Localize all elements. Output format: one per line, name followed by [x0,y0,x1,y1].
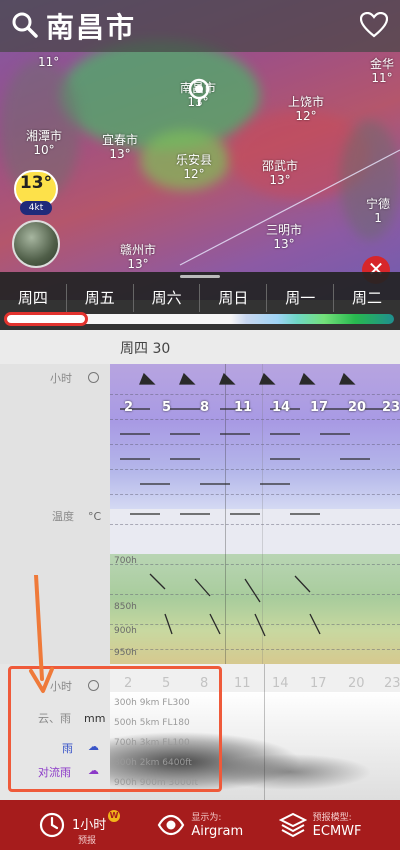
city-label: 宁德 1 [366,197,391,225]
clock-icon [88,372,99,383]
city-label: 11° [38,55,60,69]
hour-tick: 5 [162,400,172,415]
day-tabs: 周四 周五 周六 周日 周一 周二 [0,284,400,312]
location-title[interactable]: 南昌市 [46,6,136,46]
hour-tick: 20 [348,676,365,691]
hour-tick: 14 [272,676,289,691]
city-label: 乐安县 12° [176,153,213,181]
bubble-wind: 4kt [20,201,52,215]
model-caption: 预报模型: [312,813,352,823]
city-label: 邵武市 13° [262,159,299,187]
airgram-date: 周四 30 [120,341,171,357]
airgram-chart[interactable]: 2 5 8 11 14 17 20 23 700h 850h 900h 950h [110,364,400,664]
hour-tick: 8 [200,400,210,415]
clock-icon [39,812,65,838]
day-tab[interactable]: 周六 [134,284,201,312]
interval-button[interactable]: 1小时 W 预报 [0,800,133,850]
display-mode-button[interactable]: 显示为: Airgram [133,800,266,850]
eye-icon [158,814,185,836]
pressure-label: 700h [114,556,137,566]
hour-tick: 23 [384,676,400,691]
favorite-heart-icon[interactable] [360,12,388,38]
day-tab[interactable]: 周一 [267,284,335,312]
pressure-label: 850h [114,602,137,612]
app-root: 11° 南昌市 13° 上饶市12° 金华11° 湘潭市10° 宜春市13° 乐安… [0,0,400,850]
hour-tick: 20 [348,400,367,415]
bottom-toolbar: 1小时 W 预报 显示为: Airgram 预报模型: ECMWF [0,800,400,850]
forecast-model-button[interactable]: 预报模型: ECMWF [267,800,400,850]
city-label: 赣州市 13° [120,243,157,271]
hour-tick: 11 [234,676,251,691]
time-cursor-line [264,664,265,800]
layers-icon [278,812,307,838]
timeline-slider[interactable] [4,312,88,326]
search-bar[interactable]: 南昌市 [0,0,400,52]
temperature-unit: °C [88,510,102,523]
city-label: 三明市 13° [266,223,303,251]
city-label: 金华 11° [370,57,395,85]
city-label: 湘潭市 10° [26,129,63,157]
temperature-bubble[interactable]: 13° 4kt [14,170,58,215]
display-value: Airgram [191,824,244,839]
hour-tick: 23 [382,400,400,415]
hour-tick: 17 [310,676,327,691]
pressure-label: 900h [114,626,137,636]
search-icon[interactable] [10,10,40,40]
hour-row-label: 小时 [50,372,72,385]
temperature-row-label: 温度 [52,510,74,523]
day-tab[interactable]: 周四 [0,284,67,312]
bubble-temperature: 13° [19,173,53,193]
weather-map[interactable]: 11° 南昌市 13° 上饶市12° 金华11° 湘潭市10° 宜春市13° 乐安… [0,0,400,300]
interval-caption: 预报 [78,836,97,846]
interval-value: 1小时 [72,818,107,833]
hour-tick: 11 [234,400,253,415]
model-value: ECMWF [312,824,362,839]
hour-tick: 2 [124,400,134,415]
day-selector[interactable]: 周四 周五 周六 周日 周一 周二 [0,272,400,330]
day-tab[interactable]: 周五 [67,284,134,312]
hour-tick: 17 [310,400,329,415]
display-caption: 显示为: [191,813,222,823]
webcam-thumbnail[interactable] [12,220,60,268]
city-label: 宜春市 13° [102,133,139,161]
premium-badge: W [108,810,120,822]
location-pin-icon[interactable] [186,78,212,108]
pressure-label: 950h [114,648,137,658]
day-tab[interactable]: 周二 [334,284,400,312]
day-tab[interactable]: 周日 [200,284,268,312]
city-label: 上饶市 12° [288,95,325,123]
annotation-arrow [29,575,54,693]
hour-tick: 14 [272,400,291,415]
drag-handle[interactable] [180,275,220,278]
